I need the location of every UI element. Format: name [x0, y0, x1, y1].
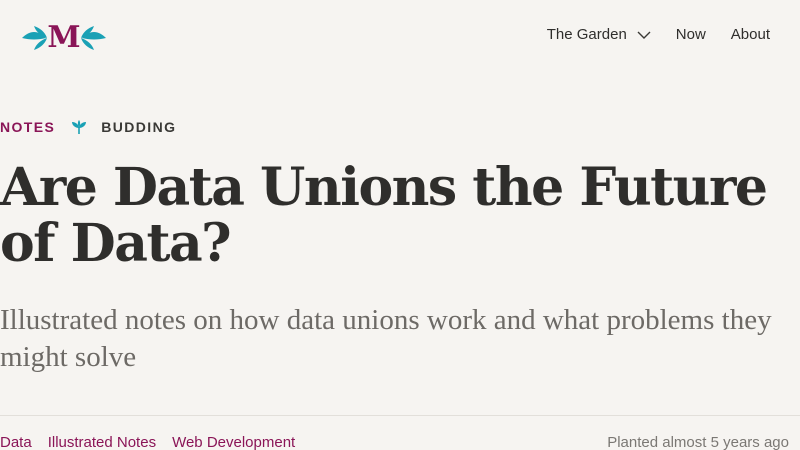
divider [0, 415, 800, 416]
nav-item-label: The Garden [546, 26, 627, 43]
post-meta: NOTES BUDDING [0, 119, 176, 135]
chevron-down-icon [637, 31, 651, 39]
logo-letter: M [47, 20, 81, 55]
tag-illustrated-notes[interactable]: Illustrated Notes [48, 434, 156, 450]
tag-web-development[interactable]: Web Development [172, 434, 295, 450]
nav-item-now[interactable]: Now [676, 26, 706, 43]
nav-item-label: Now [675, 26, 706, 43]
nav-item-the-garden[interactable]: The Garden [547, 26, 651, 43]
post-type-link[interactable]: NOTES [0, 119, 55, 135]
site-logo[interactable]: M [20, 20, 108, 56]
tag-list: Data Illustrated Notes Web Development [0, 434, 311, 450]
tag-data[interactable]: Data [0, 434, 32, 450]
site-header: M The Garden Now About [0, 0, 800, 78]
growth-stage-label: BUDDING [101, 119, 177, 135]
nav-item-label: About [730, 26, 770, 43]
page-title: Are Data Unions the Future of Data? [0, 157, 768, 274]
page-subtitle: Illustrated notes on how data unions wor… [0, 304, 772, 373]
main-nav: The Garden Now About [547, 26, 770, 43]
sprout-icon [72, 120, 87, 134]
planted-date: Planted almost 5 years ago [607, 434, 789, 450]
nav-item-about[interactable]: About [731, 26, 770, 43]
